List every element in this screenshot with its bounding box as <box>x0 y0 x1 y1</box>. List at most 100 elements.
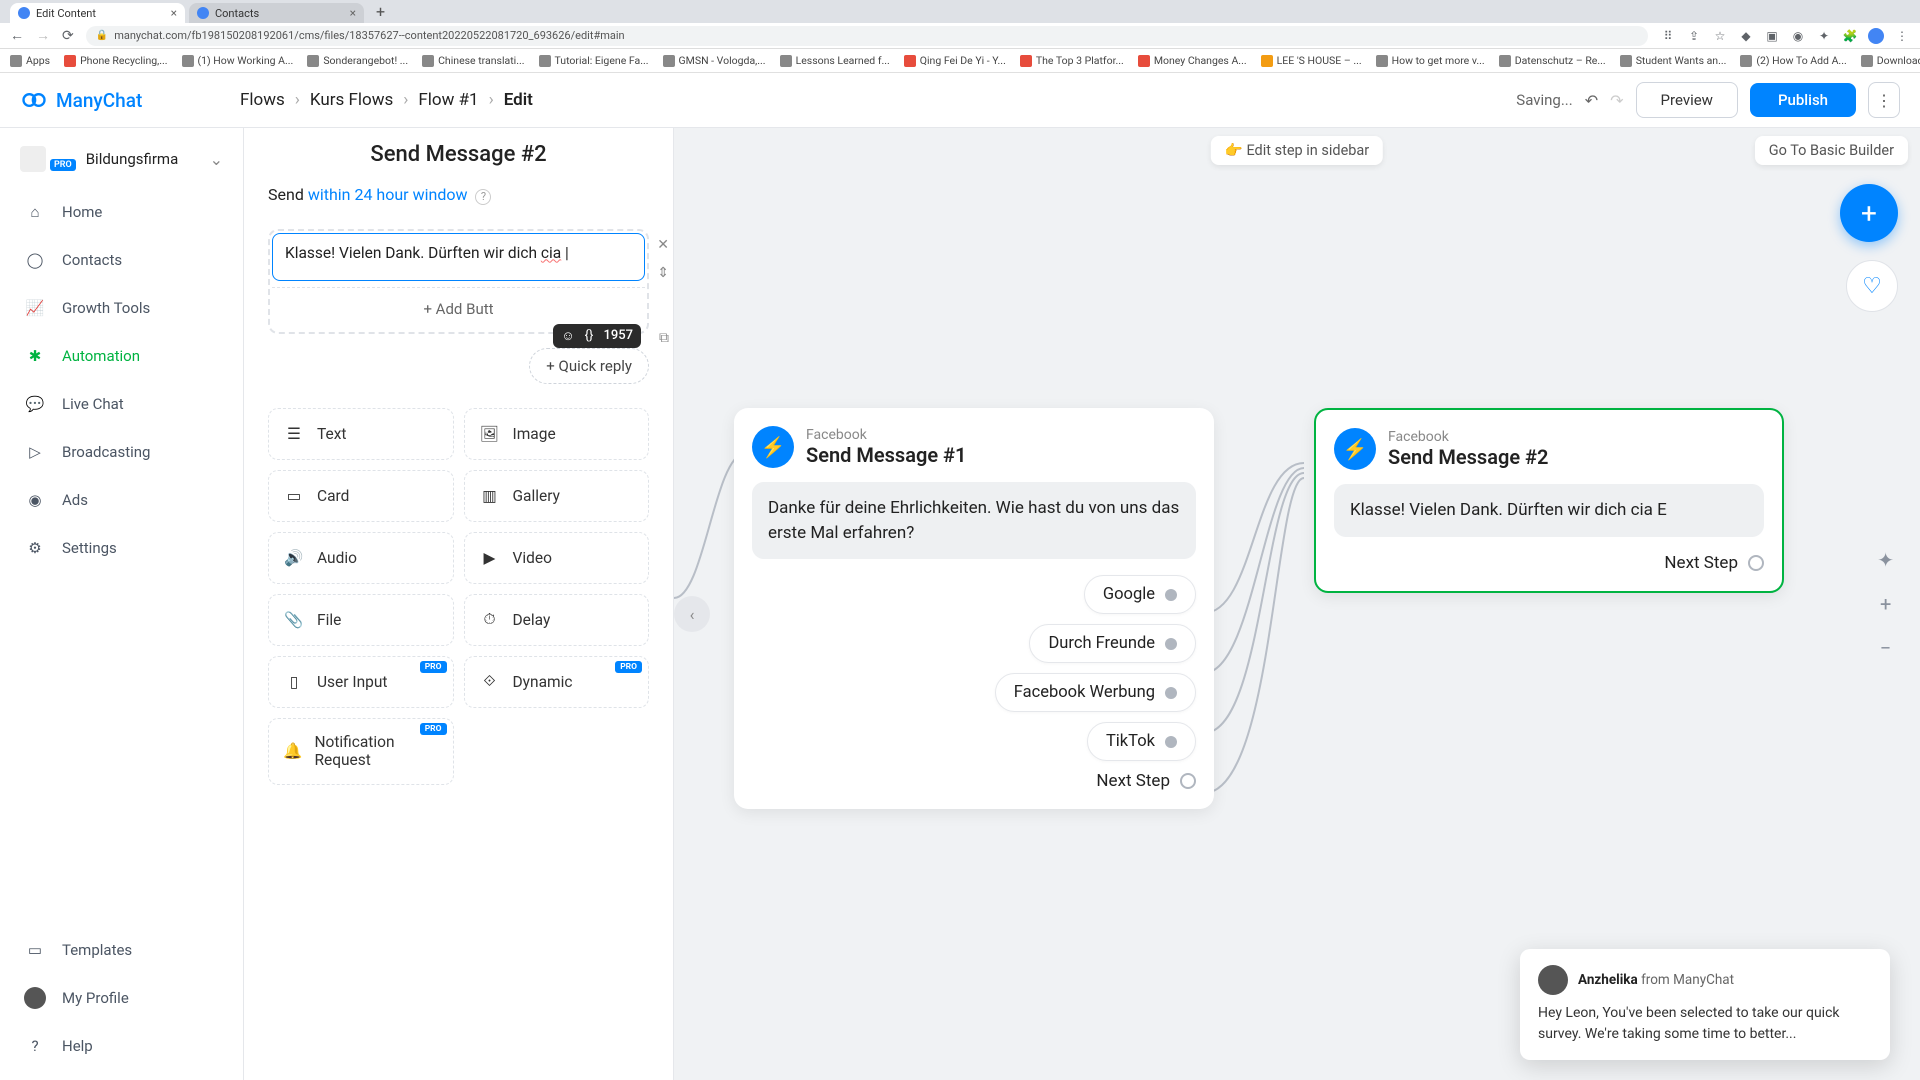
bookmark-item[interactable]: Apps <box>10 54 50 67</box>
reload-icon[interactable]: ⟳ <box>62 28 74 44</box>
flow-node-send-message-2[interactable]: ⚡ Facebook Send Message #2 Klasse! Viele… <box>1314 408 1784 593</box>
close-icon[interactable]: × <box>171 6 177 20</box>
share-icon[interactable]: ⇪ <box>1686 28 1702 44</box>
bookmark-item[interactable]: Download - Cooki... <box>1861 54 1920 67</box>
zoom-out-icon[interactable]: − <box>1880 636 1891 660</box>
preview-button[interactable]: Preview <box>1636 82 1738 118</box>
remove-block-icon[interactable]: ✕ <box>657 237 669 253</box>
sidebar-item-ads[interactable]: ◉Ads <box>0 476 243 524</box>
quick-reply-google[interactable]: Google <box>1084 575 1196 614</box>
url-bar[interactable]: 🔒 manychat.com/fb198150208192061/cms/fil… <box>86 26 1648 46</box>
sidebar-item-broadcasting[interactable]: ▷Broadcasting <box>0 428 243 476</box>
emoji-icon[interactable]: ☺ <box>561 328 574 344</box>
bookmark-item[interactable]: (2) How To Add A... <box>1740 54 1846 67</box>
bookmark-item[interactable]: How to get more v... <box>1376 54 1485 67</box>
chat-widget[interactable]: Anzhelika from ManyChat Hey Leon, You've… <box>1520 949 1890 1060</box>
quick-reply-tiktok[interactable]: TikTok <box>1087 722 1196 761</box>
flow-node-send-message-1[interactable]: ⚡ Facebook Send Message #1 Danke für dei… <box>734 408 1214 809</box>
menu-icon[interactable]: ⋮ <box>1894 28 1910 44</box>
bookmark-item[interactable]: Tutorial: Eigene Fa... <box>539 54 649 67</box>
profile-avatar[interactable] <box>1868 28 1884 44</box>
sidebar-item-growth[interactable]: 📈Growth Tools <box>0 284 243 332</box>
palette-gallery[interactable]: ▥Gallery <box>464 470 650 522</box>
star-icon[interactable]: ☆ <box>1712 28 1728 44</box>
flow-canvas[interactable]: 👉 Edit step in sidebar Go To Basic Build… <box>674 128 1920 1080</box>
bookmark-item[interactable]: Lessons Learned f... <box>780 54 890 67</box>
info-icon[interactable]: ? <box>475 189 491 205</box>
sidebar-item-settings[interactable]: ⚙Settings <box>0 524 243 572</box>
sidebar-item-templates[interactable]: ▭Templates <box>0 926 243 974</box>
connector-dot[interactable] <box>1165 589 1177 601</box>
message-text-input[interactable]: Klasse! Vielen Dank. Dürften wir dich ci… <box>272 233 645 281</box>
close-icon[interactable]: × <box>350 6 356 20</box>
bookmark-item[interactable]: Student Wants an... <box>1620 54 1727 67</box>
palette-audio[interactable]: 🔊Audio <box>268 532 454 584</box>
bookmark-item[interactable]: Money Changes A... <box>1138 54 1247 67</box>
bookmark-item[interactable]: Datenschutz – Re... <box>1499 54 1606 67</box>
quick-reply-button[interactable]: + Quick reply <box>529 348 649 384</box>
publish-button[interactable]: Publish <box>1750 83 1856 117</box>
edit-in-sidebar-button[interactable]: 👉 Edit step in sidebar <box>1211 136 1383 165</box>
sidebar-item-automation[interactable]: ✱Automation <box>0 332 243 380</box>
sidebar-item-home[interactable]: ⌂Home <box>0 188 243 236</box>
palette-dynamic[interactable]: PRO⟐Dynamic <box>464 656 650 708</box>
favorite-fab[interactable]: ♡ <box>1846 260 1898 312</box>
logo[interactable]: ManyChat <box>20 86 240 114</box>
palette-file[interactable]: 📎File <box>268 594 454 646</box>
bookmark-item[interactable]: GMSN - Vologda,... <box>663 54 766 67</box>
undo-icon[interactable]: ↶ <box>1585 91 1598 110</box>
next-step-row[interactable]: Next Step <box>1334 553 1764 573</box>
back-icon[interactable]: ← <box>10 27 24 44</box>
account-switcher[interactable]: PRO Bildungsfirma ⌄ <box>0 136 243 188</box>
variable-icon[interactable]: {} <box>585 328 594 343</box>
breadcrumb-item[interactable]: Flow #1 <box>418 90 478 110</box>
bookmark-item[interactable]: Chinese translati... <box>422 54 524 67</box>
bookmark-item[interactable]: Qing Fei De Yi - Y... <box>904 54 1006 67</box>
palette-user-input[interactable]: PRO▯User Input <box>268 656 454 708</box>
breadcrumb-item[interactable]: Kurs Flows <box>310 90 393 110</box>
connector-dot[interactable] <box>1165 736 1177 748</box>
send-window-link[interactable]: within 24 hour window <box>308 185 468 204</box>
bookmark-item[interactable]: (1) How Working A... <box>182 54 294 67</box>
next-step-row[interactable]: Next Step <box>752 771 1196 791</box>
translate-icon[interactable]: ⠿ <box>1660 28 1676 44</box>
bookmark-item[interactable]: The Top 3 Platfor... <box>1020 54 1124 67</box>
ext-icon[interactable]: ▣ <box>1764 28 1780 44</box>
palette-notification[interactable]: PRO🔔Notification Request <box>268 718 454 785</box>
bookmark-item[interactable]: Phone Recycling,... <box>64 54 167 67</box>
add-node-fab[interactable]: + <box>1840 184 1898 242</box>
quick-reply-facebook[interactable]: Facebook Werbung <box>995 673 1196 712</box>
puzzle-icon[interactable]: 🧩 <box>1842 28 1858 44</box>
ext-icon[interactable]: ◉ <box>1790 28 1806 44</box>
connector-dot[interactable] <box>1165 687 1177 699</box>
resize-icon[interactable]: ⇕ <box>657 265 669 281</box>
palette-text[interactable]: ☰Text <box>268 408 454 460</box>
forward-icon[interactable]: → <box>36 27 50 44</box>
new-tab-button[interactable]: + <box>376 2 385 21</box>
palette-delay[interactable]: ⏱Delay <box>464 594 650 646</box>
connector-ring[interactable] <box>1180 773 1196 789</box>
auto-layout-icon[interactable]: ✦ <box>1877 548 1894 572</box>
collapse-toggle[interactable]: ‹ <box>674 596 710 632</box>
go-basic-builder-button[interactable]: Go To Basic Builder <box>1755 136 1908 165</box>
browser-tab-contacts[interactable]: Contacts × <box>189 3 364 23</box>
connector-dot[interactable] <box>1165 638 1177 650</box>
browser-tab-active[interactable]: Edit Content × <box>10 3 185 23</box>
quick-reply-friends[interactable]: Durch Freunde <box>1029 624 1196 663</box>
palette-image[interactable]: 🖼Image <box>464 408 650 460</box>
ext-icon[interactable]: ✦ <box>1816 28 1832 44</box>
sidebar-item-contacts[interactable]: ◯Contacts <box>0 236 243 284</box>
breadcrumb-item[interactable]: Flows <box>240 90 285 110</box>
more-menu-button[interactable]: ⋮ <box>1868 82 1900 118</box>
bookmark-item[interactable]: Sonderangebot! ... <box>307 54 408 67</box>
ext-icon[interactable]: ◆ <box>1738 28 1754 44</box>
duplicate-icon[interactable]: ⧉ <box>659 330 669 346</box>
sidebar-item-help[interactable]: ?Help <box>0 1022 243 1070</box>
sidebar-item-livechat[interactable]: 💬Live Chat <box>0 380 243 428</box>
connector-ring[interactable] <box>1748 555 1764 571</box>
sidebar-item-profile[interactable]: My Profile <box>0 974 243 1022</box>
palette-video[interactable]: ▶Video <box>464 532 650 584</box>
bookmark-item[interactable]: LEE 'S HOUSE – ... <box>1261 54 1362 67</box>
palette-card[interactable]: ▭Card <box>268 470 454 522</box>
zoom-in-icon[interactable]: + <box>1880 592 1891 616</box>
